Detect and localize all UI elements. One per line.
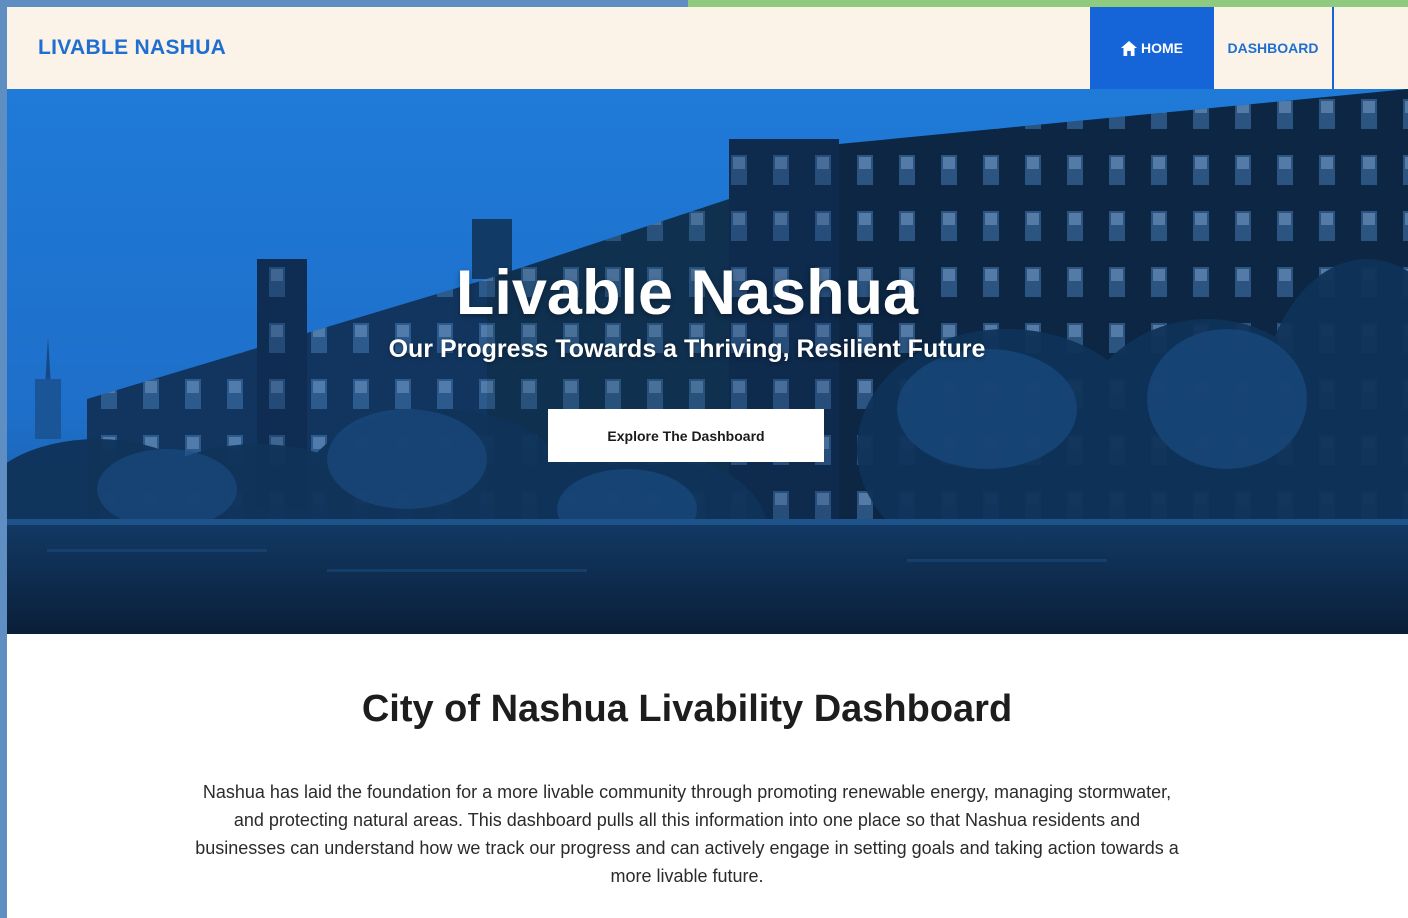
hero-banner: Livable Nashua Our Progress Towards a Th…	[7, 89, 1408, 634]
nav-dashboard-label: DASHBOARD	[1227, 40, 1319, 56]
section-description: Nashua has laid the foundation for a mor…	[195, 782, 1179, 886]
nav-dashboard-link[interactable]: DASHBOARD	[1214, 7, 1334, 89]
site-header: LIVABLE NASHUA HOME DASHBOARD	[7, 7, 1408, 89]
nav-home-label: HOME	[1141, 40, 1183, 56]
left-edge-border	[0, 0, 7, 918]
top-accent-strip-green	[688, 0, 1408, 7]
home-icon	[1121, 40, 1137, 56]
page: LIVABLE NASHUA HOME DASHBOARD Livable Na…	[0, 0, 1408, 918]
hero-subtitle: Our Progress Towards a Thriving, Resilie…	[388, 335, 986, 363]
hero-title: Livable Nashua	[455, 258, 919, 328]
top-accent-strip-blue	[0, 0, 688, 7]
site-logo[interactable]: LIVABLE NASHUA	[38, 7, 226, 89]
explore-dashboard-button[interactable]: Explore The Dashboard	[548, 409, 824, 462]
main-nav: HOME DASHBOARD	[1090, 7, 1334, 89]
section-title: City of Nashua Livability Dashboard	[361, 688, 1013, 730]
nav-home-link[interactable]: HOME	[1090, 7, 1214, 89]
